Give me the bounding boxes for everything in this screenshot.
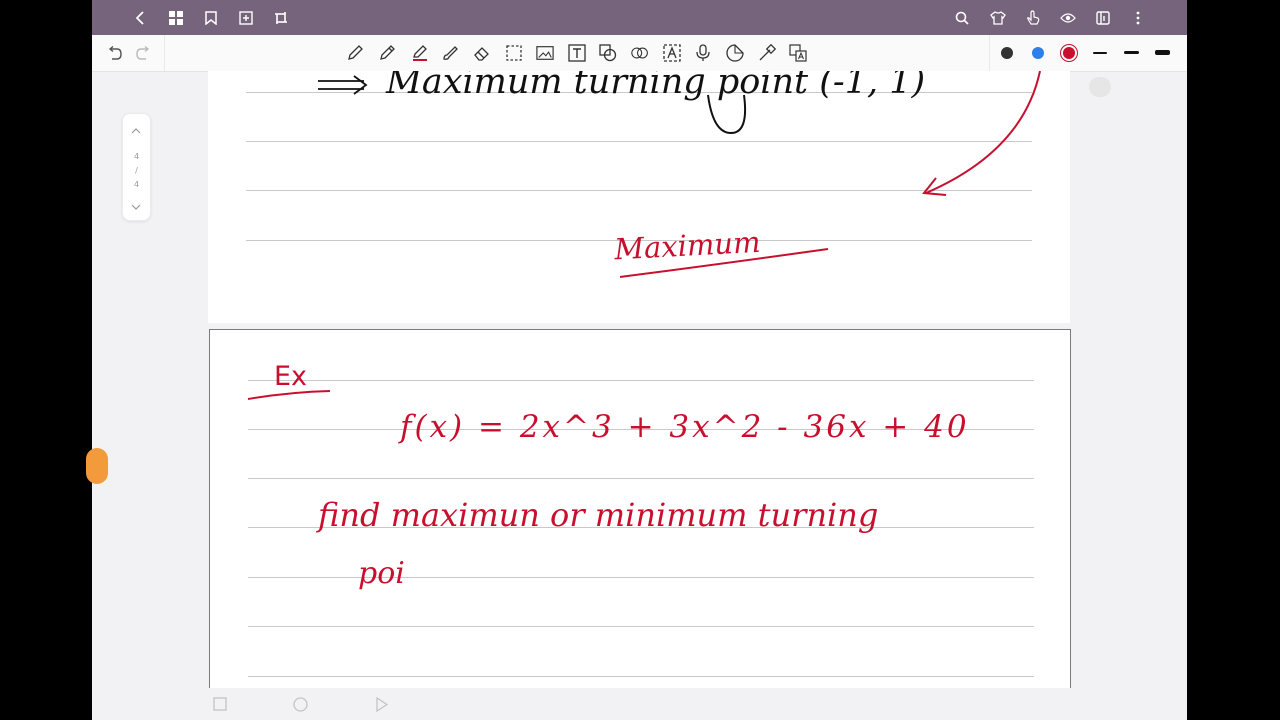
toolbar-separator [164, 35, 165, 71]
translate-icon[interactable] [789, 44, 807, 62]
back-triangle-icon[interactable] [373, 696, 389, 712]
red-arrow [925, 71, 1041, 194]
text-box-icon[interactable] [663, 44, 681, 62]
app-screen: 4 / 4 Maximum turning point (-1, 1) Maxi… [92, 0, 1187, 720]
crop-icon[interactable] [272, 9, 290, 27]
page-total: 4 [133, 180, 140, 189]
lasso-icon[interactable] [505, 44, 523, 62]
handwritten-instruction-line1: find maximun or minimum turning [316, 496, 878, 534]
line-width-thick[interactable] [1155, 50, 1170, 55]
brush-icon[interactable] [441, 44, 459, 62]
home-icon[interactable] [292, 696, 308, 712]
system-nav-bar [92, 688, 1187, 720]
mic-icon[interactable] [694, 44, 712, 62]
hand-pointer-icon[interactable] [1024, 9, 1042, 27]
redo-icon[interactable] [134, 44, 152, 62]
undo-icon[interactable] [106, 44, 124, 62]
note-page-previous[interactable]: Maximum turning point (-1, 1) Maximum [208, 71, 1070, 323]
line-width-medium[interactable] [1124, 51, 1139, 54]
sticker-icon[interactable] [726, 44, 744, 62]
color-swatch-red-selected[interactable] [1063, 47, 1075, 59]
handwritten-turning-point: Maximum turning point (-1, 1) [385, 71, 925, 102]
highlighter-icon[interactable] [410, 44, 428, 62]
drawing-toolbar [92, 35, 1187, 97]
chevron-down-icon[interactable] [131, 204, 141, 210]
shirt-icon[interactable] [989, 9, 1007, 27]
handwritten-maximum-label: Maximum [612, 225, 761, 267]
page-divider: / [135, 166, 138, 175]
handwriting-ink: Ex f(x) = 2x^3 + 3x^2 - 36x + 40 find ma… [247, 361, 970, 591]
pen-icon[interactable] [378, 44, 396, 62]
color-swatch-blue[interactable] [1032, 47, 1044, 59]
more-icon[interactable] [1129, 9, 1147, 27]
red-underline [247, 390, 331, 400]
shapes-icon[interactable] [599, 44, 617, 62]
laser-icon[interactable] [758, 44, 776, 62]
note-page-current[interactable]: Ex f(x) = 2x^3 + 3x^2 - 36x + 40 find ma… [209, 329, 1071, 711]
page-current: 4 [133, 152, 140, 161]
image-icon[interactable] [536, 44, 554, 62]
bookmark-icon[interactable] [202, 9, 220, 27]
line-width-selected-bg [1089, 77, 1111, 97]
panel-icon[interactable] [1094, 9, 1112, 27]
chevron-up-icon[interactable] [131, 128, 141, 134]
eye-icon[interactable] [1059, 9, 1077, 27]
handwritten-equation: f(x) = 2x^3 + 3x^2 - 36x + 40 [398, 409, 970, 445]
arrow-right-mark [318, 75, 368, 95]
handwriting-ink: Maximum turning point (-1, 1) Maximum [318, 71, 1041, 278]
color-swatch-dark[interactable] [1001, 47, 1013, 59]
add-page-icon[interactable] [237, 9, 255, 27]
toolbar-separator [989, 35, 990, 71]
floating-handle[interactable] [86, 448, 108, 484]
grid-icon[interactable] [167, 9, 185, 27]
red-arrow-head [922, 177, 947, 196]
back-icon[interactable] [131, 9, 149, 27]
text-icon[interactable] [568, 44, 586, 62]
line-width-thin[interactable] [1093, 52, 1107, 54]
handwritten-ex-tag: Ex [274, 361, 307, 392]
handwritten-instruction-line2: poi [358, 556, 405, 591]
recents-icon[interactable] [212, 696, 228, 712]
page-navigator[interactable]: 4 / 4 [122, 113, 151, 221]
pencil-icon[interactable] [346, 44, 364, 62]
eraser-icon[interactable] [473, 44, 491, 62]
ocr-icon[interactable] [631, 44, 649, 62]
search-icon[interactable] [953, 9, 971, 27]
header-bar [92, 0, 1187, 35]
